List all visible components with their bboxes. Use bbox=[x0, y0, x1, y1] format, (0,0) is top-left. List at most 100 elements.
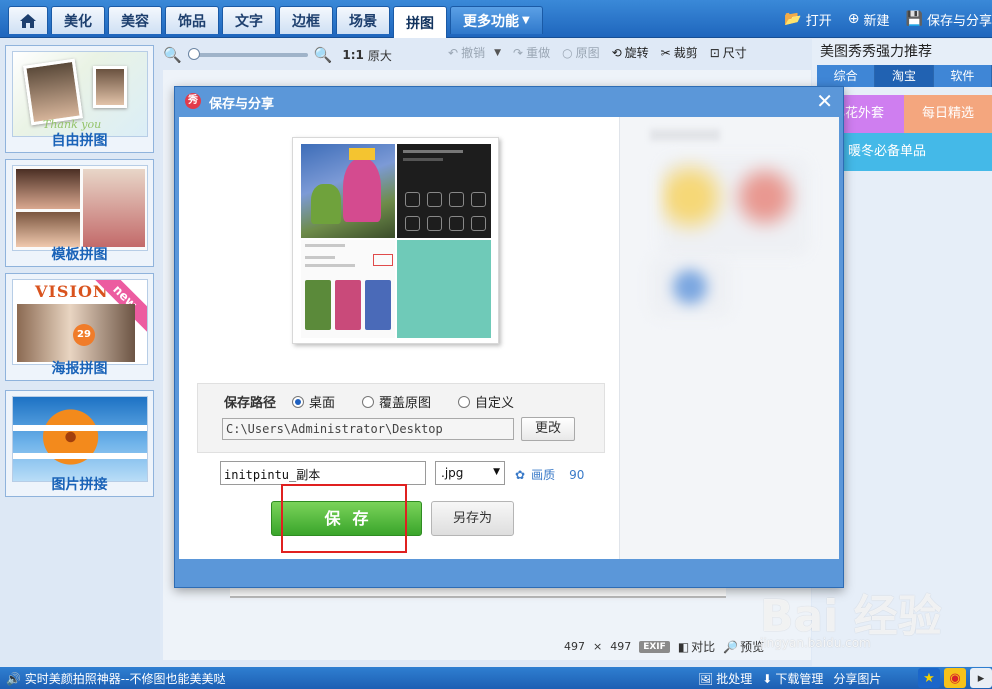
preview-app-page bbox=[301, 240, 395, 338]
chevron-down-icon: ▼ bbox=[522, 15, 530, 26]
quality-setting[interactable]: ✿ 画质 90 bbox=[515, 466, 584, 483]
batch-label: 批处理 bbox=[716, 672, 753, 686]
dialog-side-ads bbox=[619, 117, 839, 559]
share-label: 分享图片 bbox=[833, 672, 882, 686]
canvas-info-bar: 497 × 497 EXIF ◧ 对比 🔎 预览 bbox=[564, 638, 764, 655]
blurred-heading bbox=[650, 129, 720, 141]
redo-icon: ↷ bbox=[513, 45, 524, 60]
size-button[interactable]: ⊡ 尺寸 bbox=[710, 44, 747, 61]
save-as-button[interactable]: 另存为 bbox=[431, 501, 514, 536]
edit-actions: ↶ 撤销 ▼ ↷ 重做 ○ 原图 ⟲ 旋转 ✂ 裁剪 ⊡ 尺寸 bbox=[448, 44, 747, 61]
game-crown bbox=[349, 148, 375, 160]
promo-jacket-label: 心花外套 bbox=[840, 106, 884, 121]
radio-desktop[interactable]: 桌面 bbox=[292, 392, 335, 411]
canvas-height: 497 bbox=[610, 640, 632, 653]
scissors-icon: ✂ bbox=[660, 45, 671, 60]
sidebar-item-label: 模板拼图 bbox=[51, 247, 108, 263]
undo-label: 撤销 bbox=[461, 46, 486, 60]
main-tabs: 美化 美容 饰品 文字 边框 场景 拼图 更多功能 ▼ bbox=[8, 6, 543, 38]
canvas-width: 497 bbox=[564, 640, 585, 653]
tab-accessories[interactable]: 饰品 bbox=[165, 6, 219, 34]
phone-text-line bbox=[403, 150, 463, 153]
dialog-header: 秀 保存与分享 ✕ bbox=[175, 87, 843, 115]
new-button[interactable]: ⊕ 新建 bbox=[848, 10, 890, 29]
format-select[interactable]: .jpg ▼ bbox=[435, 461, 505, 485]
sidebar-item-template-collage[interactable]: 模板拼图 bbox=[5, 159, 154, 267]
tab-beautify[interactable]: 美化 bbox=[51, 6, 105, 34]
phone-app-icon bbox=[405, 216, 420, 231]
qzone-star-icon[interactable]: ★ bbox=[918, 668, 940, 688]
poster-collage-thumbnail: VISION new 29 bbox=[12, 279, 148, 365]
home-icon bbox=[20, 13, 36, 28]
radio-dot bbox=[292, 395, 304, 408]
promo-daily-picks[interactable]: 每日精选 bbox=[904, 95, 992, 133]
app-text-line bbox=[305, 264, 355, 267]
tab-taobao[interactable]: 淘宝 bbox=[875, 65, 934, 87]
crop-button[interactable]: ✂ 裁剪 bbox=[661, 44, 698, 61]
filename-field[interactable]: initpintu_副本 bbox=[220, 461, 426, 485]
open-button[interactable]: 📂 打开 bbox=[784, 10, 831, 29]
tab-text[interactable]: 文字 bbox=[222, 6, 276, 34]
save-path-field[interactable]: C:\Users\Administrator\Desktop bbox=[222, 418, 514, 440]
save-path-label: 保存路径 bbox=[224, 396, 277, 411]
undo-icon: ↶ bbox=[448, 45, 459, 60]
promo-winter[interactable]: 暖冬必备单品 bbox=[840, 133, 992, 171]
tab-frame[interactable]: 边框 bbox=[279, 6, 333, 34]
tab-general[interactable]: 综合 bbox=[817, 65, 876, 87]
sidebar-item-free-collage[interactable]: Thank you 自由拼图 bbox=[5, 45, 154, 153]
app-screenshot bbox=[335, 280, 361, 330]
exif-button[interactable]: EXIF bbox=[639, 640, 670, 653]
rotate-icon: ⟲ bbox=[611, 45, 622, 60]
tab-collage[interactable]: 拼图 bbox=[393, 6, 447, 38]
download-icon: ⬇ bbox=[762, 671, 773, 686]
rotate-button[interactable]: ⟲ 旋转 bbox=[612, 44, 649, 61]
save-share-button[interactable]: 💾 保存与分享 bbox=[906, 10, 992, 29]
undo-button[interactable]: ↶ 撤销 ▼ bbox=[448, 44, 501, 61]
phone-app-icon bbox=[449, 216, 464, 231]
zoom-slider-knob[interactable] bbox=[187, 48, 200, 60]
share-image-button[interactable]: 分享图片 bbox=[833, 670, 881, 687]
image-preview bbox=[292, 137, 499, 344]
original-image-button[interactable]: ○ 原图 bbox=[562, 44, 600, 61]
quality-label: 画质 bbox=[531, 468, 556, 482]
open-label: 打开 bbox=[805, 13, 832, 29]
home-tab[interactable] bbox=[8, 6, 48, 34]
collage-sidebar: Thank you 自由拼图 模板拼图 VISION new 29 海报拼图 图… bbox=[0, 39, 160, 666]
zoom-out-icon[interactable]: 🔍 bbox=[163, 46, 182, 64]
radio-overwrite-original[interactable]: 覆盖原图 bbox=[362, 392, 431, 411]
size-label: 尺寸 bbox=[722, 46, 747, 60]
sidebar-item-image-stitch[interactable]: 图片拼接 bbox=[5, 390, 154, 497]
app-screenshot bbox=[365, 280, 391, 330]
recommend-title: 美图秀秀强力推荐 bbox=[820, 44, 932, 60]
tab-more-features[interactable]: 更多功能 ▼ bbox=[450, 6, 543, 34]
game-character bbox=[311, 184, 341, 224]
tab-software[interactable]: 软件 bbox=[933, 65, 992, 87]
promo-jacket[interactable]: 心花外套 bbox=[840, 95, 904, 133]
change-path-button[interactable]: 更改 bbox=[521, 417, 575, 441]
compare-icon: ◧ bbox=[677, 639, 690, 654]
tab-scene[interactable]: 场景 bbox=[336, 6, 390, 34]
download-manager-button[interactable]: ⬇ 下载管理 bbox=[762, 670, 823, 687]
save-button[interactable]: 保存 bbox=[271, 501, 422, 536]
blurred-ad bbox=[650, 257, 730, 317]
preview-button[interactable]: 🔎 预览 bbox=[723, 638, 764, 655]
weibo-icon[interactable]: ◉ bbox=[944, 668, 966, 688]
gear-icon: ✿ bbox=[515, 467, 526, 482]
radio-desktop-label: 桌面 bbox=[309, 396, 336, 411]
zoom-slider[interactable] bbox=[187, 48, 308, 60]
status-ticker[interactable]: 🔊 实时美颜拍照神器--不修图也能美美哒 bbox=[6, 670, 225, 687]
zoom-in-icon[interactable]: 🔍 bbox=[314, 46, 333, 64]
compare-button[interactable]: ◧ 对比 bbox=[678, 638, 715, 655]
resize-icon: ⊡ bbox=[709, 45, 720, 60]
original-size-button[interactable]: 原大 bbox=[368, 47, 392, 64]
radio-custom[interactable]: 自定义 bbox=[458, 392, 514, 411]
redo-button[interactable]: ↷ 重做 bbox=[513, 44, 550, 61]
more-share-icon[interactable]: ▸ bbox=[970, 668, 992, 688]
close-icon[interactable]: ✕ bbox=[816, 89, 833, 113]
preview-game-art bbox=[301, 144, 395, 238]
tab-beauty[interactable]: 美容 bbox=[108, 6, 162, 34]
preview-phone-screen bbox=[397, 144, 491, 238]
batch-button[interactable]: 🖼 批处理 bbox=[698, 670, 752, 687]
sidebar-item-poster-collage[interactable]: VISION new 29 海报拼图 bbox=[5, 273, 154, 381]
actual-size-ratio[interactable]: 1:1 bbox=[342, 48, 364, 62]
